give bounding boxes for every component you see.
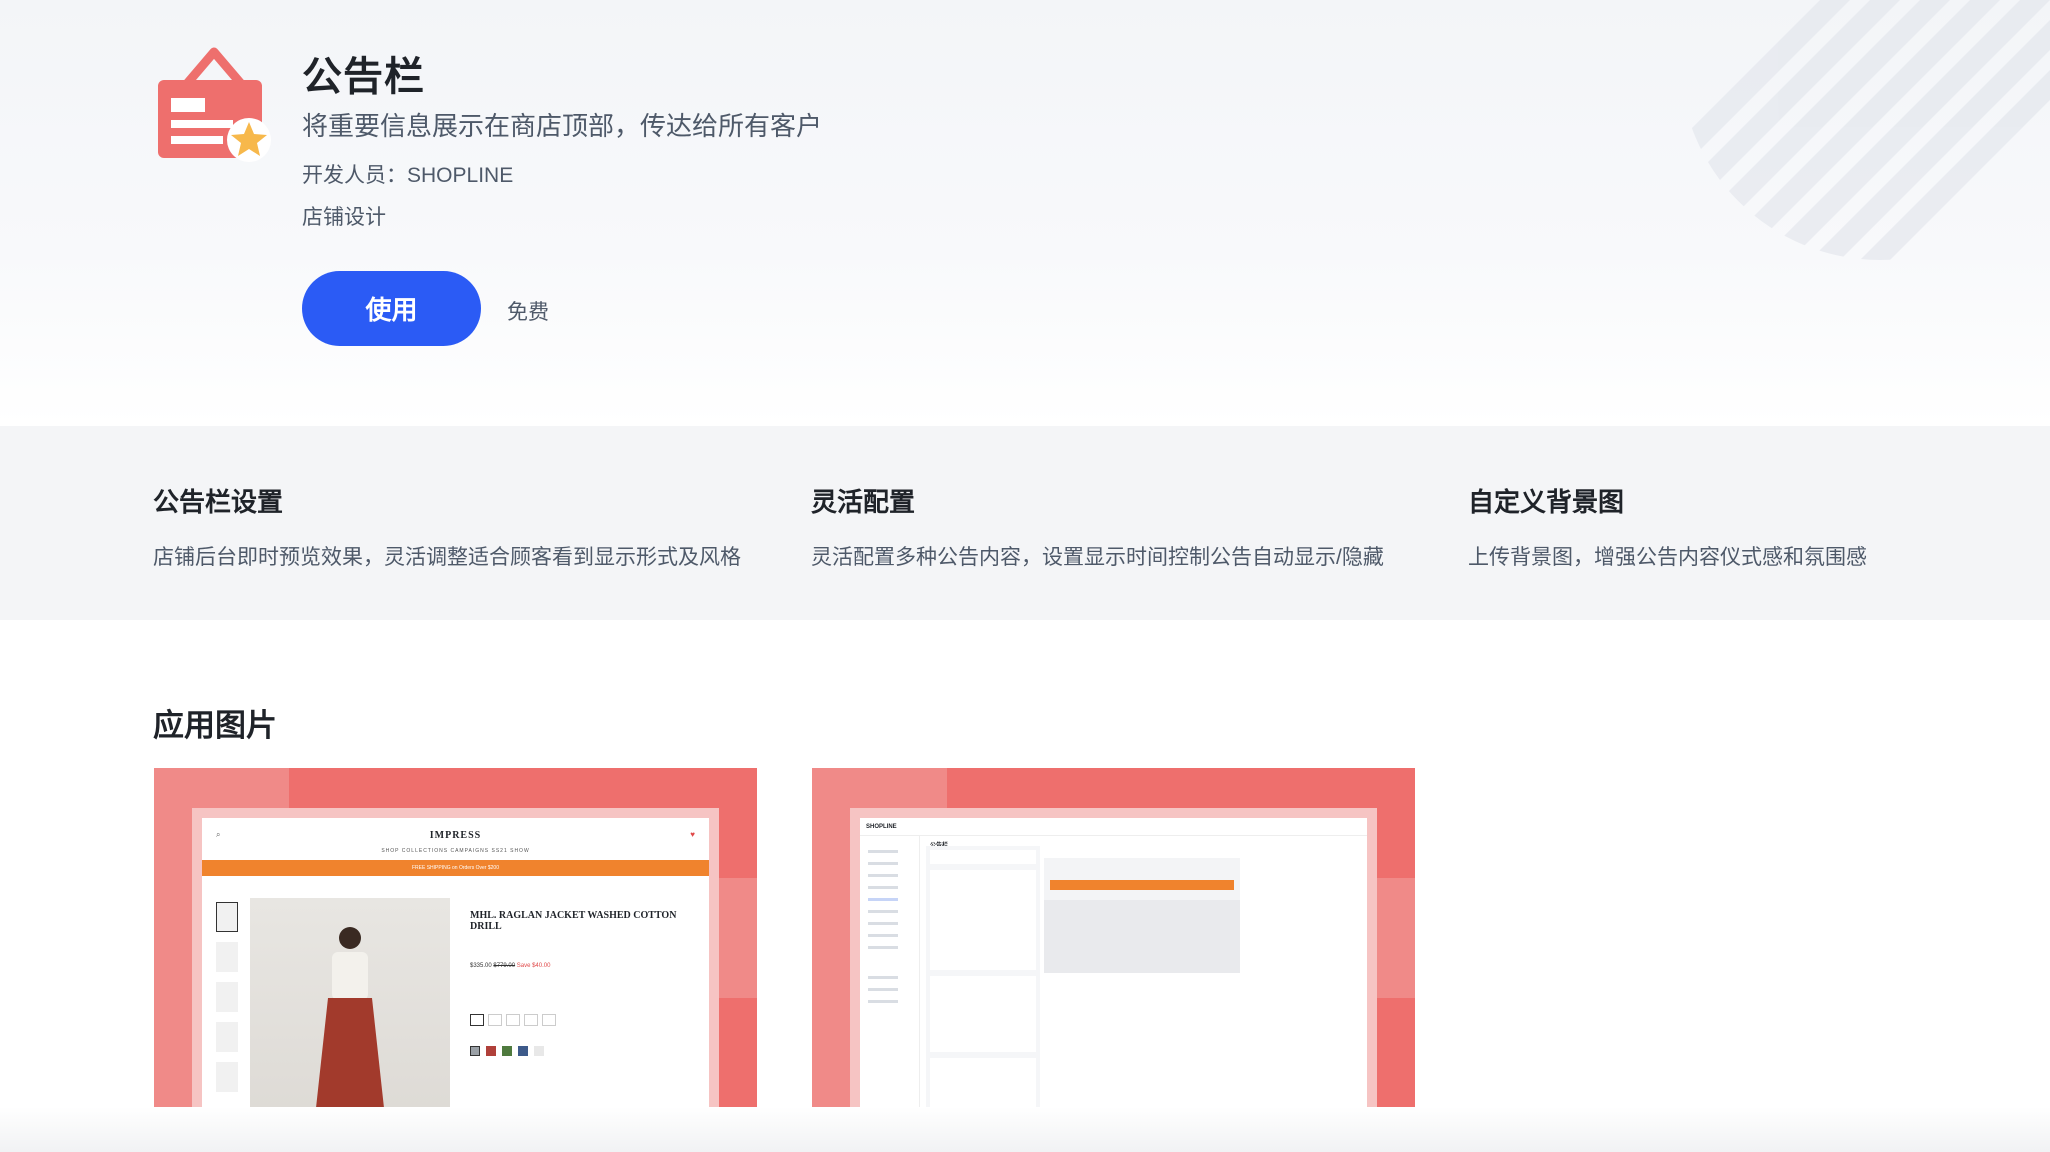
app-screenshot-admin[interactable]: SHOPLINE 公告栏 (812, 768, 1415, 1107)
product-price: $335.00 $779.00 Save $40.00 (470, 963, 550, 969)
app-developer: 开发人员：SHOPLINE (302, 164, 514, 187)
product-thumbnail (216, 1062, 238, 1092)
size-option (524, 1014, 538, 1026)
color-swatch (518, 1046, 528, 1056)
announcement-bar: FREE SHIPPING on Orders Over $200 (202, 860, 709, 876)
product-thumbnail (216, 1022, 238, 1052)
app-screenshot-storefront[interactable]: ⌕ ♥ IMPRESS SHOP COLLECTIONS CAMPAIGNS S… (154, 768, 757, 1107)
app-category: 店铺设计 (302, 206, 386, 229)
color-swatch (502, 1046, 512, 1056)
app-subtitle: 将重要信息展示在商店顶部，传达给所有客户 (302, 111, 823, 141)
product-thumbnail (216, 982, 238, 1012)
size-option (542, 1014, 556, 1026)
price-label: 免费 (507, 301, 549, 324)
preview-placeholder (1044, 900, 1240, 973)
feature-item: 灵活配置 灵活配置多种公告内容，设置显示时间控制公告自动显示/隐藏 (811, 482, 1431, 571)
feature-item: 自定义背景图 上传背景图，增强公告内容仪式感和氛围感 (1468, 482, 2050, 571)
feature-description: 上传背景图，增强公告内容仪式感和氛围感 (1468, 546, 1867, 569)
store-brand: IMPRESS (429, 830, 482, 841)
diagonal-stripes-decoration (1680, 0, 2050, 260)
app-hero: 公告栏 将重要信息展示在商店顶部，传达给所有客户 开发人员：SHOPLINE 店… (0, 0, 2050, 426)
gallery-title: 应用图片 (153, 708, 277, 743)
current-price: $335.00 (470, 963, 492, 969)
model-figure (316, 927, 384, 1107)
size-option (506, 1014, 520, 1026)
feature-title: 灵活配置 (811, 487, 916, 517)
product-image (250, 898, 450, 1107)
admin-sidebar (860, 836, 920, 1107)
storefront-preview: ⌕ ♥ IMPRESS SHOP COLLECTIONS CAMPAIGNS S… (192, 808, 719, 1107)
product-thumbnail (216, 902, 238, 932)
feature-title: 公告栏设置 (153, 487, 284, 517)
app-title: 公告栏 (302, 55, 425, 99)
admin-topbar: SHOPLINE (860, 818, 1367, 836)
size-option (470, 1014, 484, 1026)
feature-item: 公告栏设置 店铺后台即时预览效果，灵活调整适合顾客看到显示形式及风格 (153, 482, 773, 571)
color-swatch (470, 1046, 480, 1056)
settings-panel (926, 846, 1040, 1107)
old-price: $779.00 (493, 963, 516, 969)
live-preview (1044, 858, 1240, 973)
features-section: 公告栏设置 店铺后台即时预览效果，灵活调整适合顾客看到显示形式及风格 灵活配置 … (0, 426, 2050, 620)
page-footer-fade (0, 1107, 2050, 1152)
decoration (1375, 878, 1415, 998)
size-option (488, 1014, 502, 1026)
announcement-board-icon (158, 47, 271, 162)
feature-description: 店铺后台即时预览效果，灵活调整适合顾客看到显示形式及风格 (153, 546, 741, 569)
color-swatch (534, 1046, 544, 1056)
decoration (717, 878, 757, 998)
store-nav: SHOP COLLECTIONS CAMPAIGNS SS21 SHOW (381, 848, 530, 854)
product-thumbnail (216, 942, 238, 972)
announcement-bar-preview (1050, 880, 1234, 890)
feature-description: 灵活配置多种公告内容，设置显示时间控制公告自动显示/隐藏 (811, 546, 1384, 569)
feature-title: 自定义背景图 (1468, 487, 1625, 517)
product-name: MHL. RAGLAN JACKET WASHED COTTON DRILL (470, 910, 677, 932)
admin-brand: SHOPLINE (866, 824, 897, 830)
use-button[interactable]: 使用 (302, 271, 481, 346)
save-badge: Save $40.00 (516, 963, 551, 969)
admin-preview: SHOPLINE 公告栏 (850, 808, 1377, 1107)
color-swatch (486, 1046, 496, 1056)
